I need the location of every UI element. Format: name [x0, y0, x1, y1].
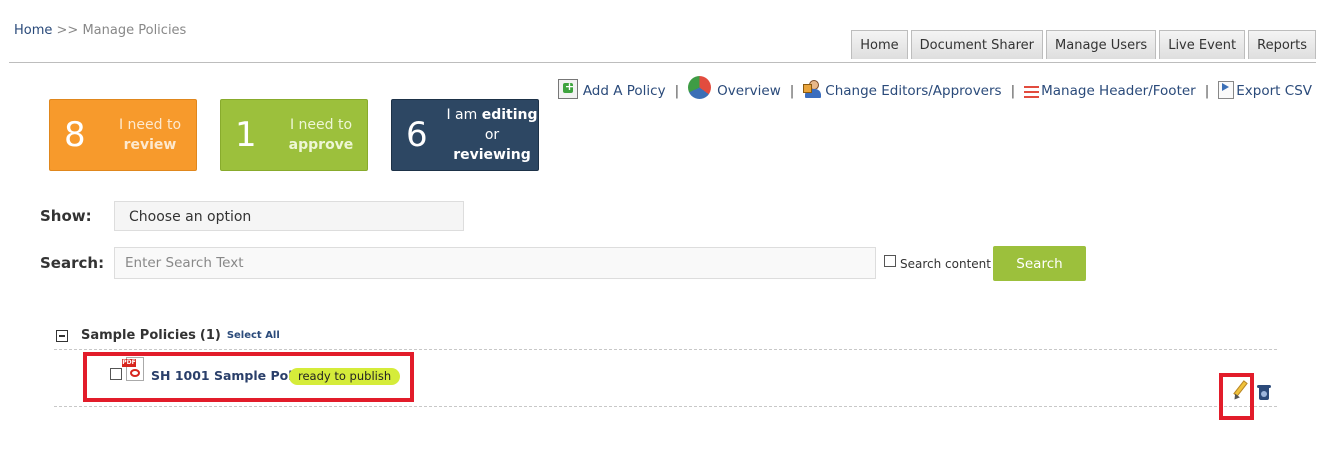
tab-reports[interactable]: Reports	[1248, 30, 1316, 59]
action-bar: Add A Policy | Overview | Change Editors…	[557, 76, 1312, 99]
add-document-icon	[557, 79, 578, 99]
menu-lines-icon	[1024, 86, 1040, 99]
editing-tile-text: I am editing or reviewing	[446, 107, 538, 163]
approve-tile-text: I need to approve	[288, 117, 354, 153]
overview-link[interactable]: Overview	[688, 76, 781, 99]
editing-tile[interactable]: 6 I am editing or reviewing	[391, 99, 539, 171]
manage-header-footer-link[interactable]: Manage Header/Footer	[1024, 83, 1196, 99]
policy-group-header: Sample Policies (1) Select All	[56, 328, 280, 343]
search-content-label: Search content	[900, 257, 991, 271]
change-editors-link[interactable]: Change Editors/Approvers	[803, 79, 1002, 99]
export-icon	[1218, 81, 1235, 99]
action-separator: |	[1010, 83, 1016, 99]
tab-live-event[interactable]: Live Event	[1159, 30, 1246, 59]
breadcrumb-separator: >>	[56, 23, 79, 38]
overview-label: Overview	[717, 83, 781, 99]
show-label: Show:	[40, 207, 92, 225]
show-select[interactable]: Choose an option	[114, 201, 464, 231]
approve-tile[interactable]: 1 I need to approve	[220, 99, 368, 171]
search-label: Search:	[40, 254, 105, 272]
edit-icon-highlight	[1219, 373, 1254, 420]
change-editors-label: Change Editors/Approvers	[825, 83, 1002, 99]
editing-count: 6	[406, 115, 428, 155]
tab-home[interactable]: Home	[851, 30, 908, 59]
delete-trash-icon[interactable]	[1257, 385, 1271, 401]
review-tile[interactable]: 8 I need to review	[49, 99, 197, 171]
add-policy-link[interactable]: Add A Policy	[557, 79, 666, 99]
collapse-icon[interactable]	[56, 329, 68, 342]
search-input[interactable]	[114, 247, 876, 279]
export-csv-link[interactable]: Export CSV	[1218, 81, 1312, 99]
header-divider	[9, 62, 1316, 63]
top-navigation: Home Document Sharer Manage Users Live E…	[851, 30, 1316, 59]
export-csv-label: Export CSV	[1236, 83, 1312, 99]
search-content-checkbox[interactable]	[884, 255, 896, 267]
tab-manage-users[interactable]: Manage Users	[1046, 30, 1157, 59]
manage-header-footer-label: Manage Header/Footer	[1041, 83, 1196, 99]
review-tile-text: I need to review	[118, 117, 182, 153]
breadcrumb-current: Manage Policies	[82, 23, 187, 38]
action-separator: |	[1204, 83, 1210, 99]
tab-document-sharer[interactable]: Document Sharer	[910, 30, 1044, 59]
review-count: 8	[64, 115, 86, 155]
breadcrumb: Home >> Manage Policies	[14, 23, 186, 38]
action-separator: |	[674, 83, 680, 99]
select-all-link[interactable]: Select All	[227, 330, 280, 341]
breadcrumb-home-link[interactable]: Home	[14, 23, 52, 38]
approve-count: 1	[235, 115, 257, 155]
policy-row-highlight	[83, 352, 414, 402]
row-divider	[54, 406, 1277, 407]
action-separator: |	[789, 83, 795, 99]
group-title: Sample Policies	[81, 328, 196, 343]
search-button[interactable]: Search	[993, 246, 1086, 281]
group-divider	[54, 349, 1277, 350]
pie-chart-icon	[688, 76, 712, 99]
group-count: (1)	[199, 328, 221, 343]
user-icon	[803, 79, 823, 99]
add-policy-label: Add A Policy	[582, 83, 666, 99]
